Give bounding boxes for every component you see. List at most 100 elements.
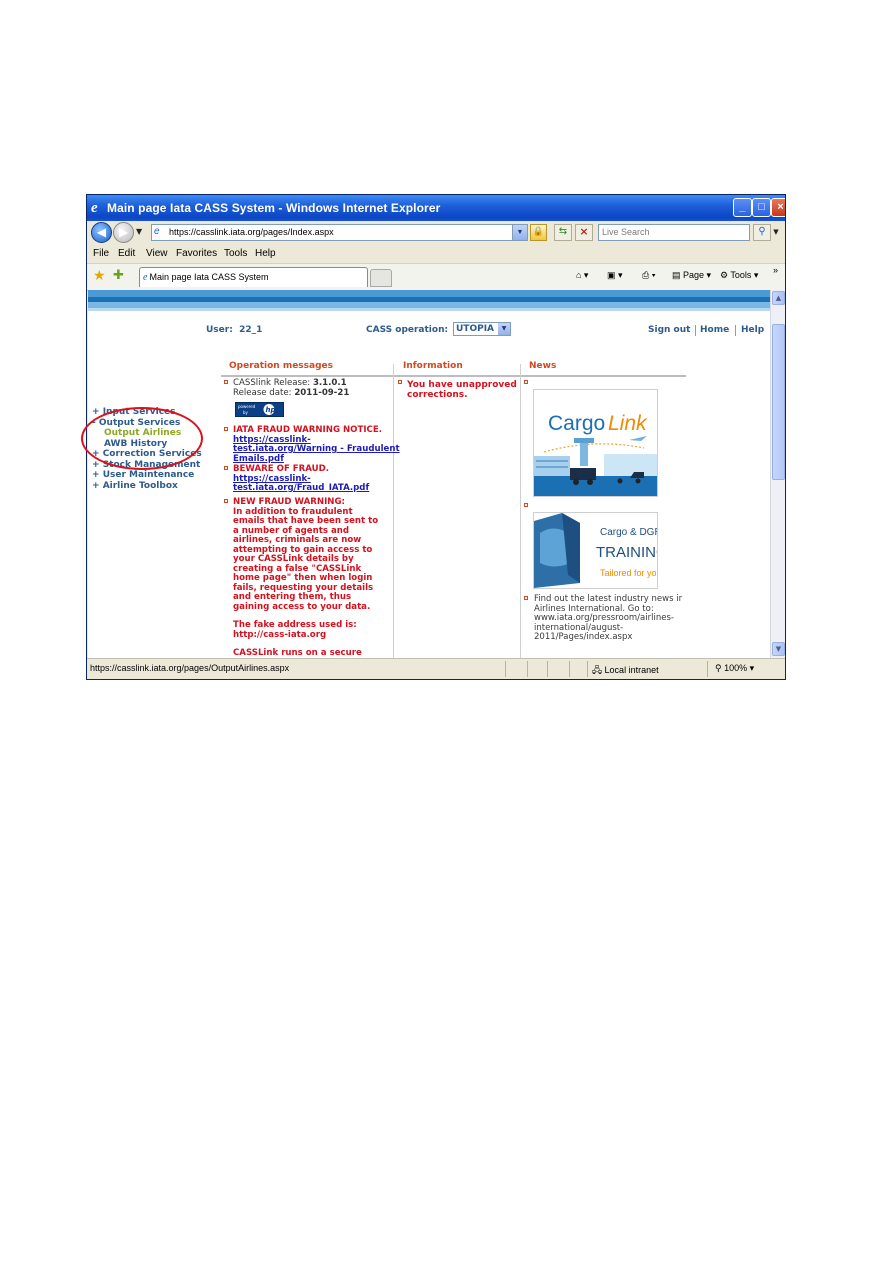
dgr-training: TRAINING <box>596 544 657 561</box>
cargo-dgr-training-banner[interactable]: Cargo & DGR TRAINING Tailored for you <box>533 512 658 589</box>
release-info: CASSlink Release: 3.1.0.1 Release date: … <box>233 378 350 398</box>
address-bar: ◀ ▶ ▼ e https://casslink.iata.org/pages/I… <box>87 221 785 246</box>
search-dropdown-icon[interactable]: ▼ <box>771 224 781 241</box>
dgr-title: Cargo & DGR <box>600 527 657 538</box>
close-button[interactable]: × <box>771 198 785 217</box>
sign-out-link[interactable]: Sign out <box>648 325 690 335</box>
svg-text:hp: hp <box>266 406 276 414</box>
menu-help[interactable]: Help <box>255 248 276 259</box>
page-menu[interactable]: ▤ Page ▾ <box>672 270 711 281</box>
zone-label: Local intranet <box>604 665 659 675</box>
home-icon[interactable]: ⌂ ▾ <box>576 270 588 281</box>
bullet-icon <box>524 596 528 600</box>
divider <box>569 661 570 677</box>
dgr-tagline: Tailored for you <box>600 568 657 578</box>
scroll-up-icon[interactable]: ▲ <box>772 291 785 305</box>
status-url: https://casslink.iata.org/pages/OutputAi… <box>90 663 290 673</box>
cargolink-logo-b: Link <box>608 412 648 435</box>
nav-airline-toolbox[interactable]: + Airline Toolbox <box>92 481 202 492</box>
hp-logo-icon: powered by hp <box>238 404 276 415</box>
bullet-icon <box>224 499 228 503</box>
maximize-button[interactable]: □ <box>752 198 771 217</box>
release-label: CASSlink Release: <box>233 378 311 388</box>
url-field[interactable]: e https://casslink.iata.org/pages/Index.a… <box>151 224 528 241</box>
cargolink-illustration-icon: Cargo Link <box>534 390 657 496</box>
operation-messages-header: Operation messages <box>229 361 333 371</box>
banner-stripe <box>88 308 770 311</box>
menu-favorites[interactable]: Favorites <box>176 248 217 259</box>
minimize-button[interactable]: _ <box>733 198 752 217</box>
add-favorite-icon[interactable]: ✚ <box>113 268 124 283</box>
help-link[interactable]: Help <box>741 325 764 335</box>
favorites-star-icon[interactable]: ★ <box>93 268 106 284</box>
news-item: Find out the latest industry news ir Air… <box>534 594 682 643</box>
dgr-training-illustration-icon: Cargo & DGR TRAINING Tailored for you <box>534 513 657 588</box>
notice-line: http://cass-iata.org <box>233 629 327 640</box>
search-input[interactable]: Live Search <box>598 224 750 241</box>
search-icon[interactable]: ⚲ <box>753 224 771 241</box>
bullet-icon <box>224 427 228 431</box>
page-content: User: 22_1 CASS operation: UTOPIA ▼ Sign… <box>88 290 770 658</box>
user-label: User: 22_1 <box>206 325 262 335</box>
news-link[interactable]: 2011/Pages/index.aspx <box>534 632 682 643</box>
menu-tools[interactable]: Tools <box>224 248 247 259</box>
cass-operation-value: UTOPIA <box>456 324 495 334</box>
tools-menu[interactable]: ⚙ Tools ▾ <box>720 270 758 281</box>
nav-label: User Maintenance <box>102 470 195 480</box>
back-button[interactable]: ◀ <box>91 222 112 243</box>
notice-link[interactable]: Emails.pdf <box>233 454 400 465</box>
lock-icon[interactable]: 🔒 <box>530 224 547 241</box>
security-zone[interactable]: 🖧 Local intranet <box>592 663 659 679</box>
scroll-down-icon[interactable]: ▼ <box>772 642 785 656</box>
menu-file[interactable]: File <box>93 248 109 259</box>
nav-prefix: + <box>92 480 100 491</box>
zoom-level[interactable]: ⚲ 100% ▾ <box>715 663 754 674</box>
url-dropdown-icon[interactable]: ▼ <box>512 225 527 240</box>
cargolink-banner[interactable]: Cargo Link <box>533 389 658 497</box>
vertical-scrollbar[interactable]: ▲ ▼ <box>770 290 785 658</box>
ie-logo-icon: e <box>91 200 98 216</box>
fraud-notice-1: IATA FRAUD WARNING NOTICE. https://cassl… <box>233 425 400 465</box>
cargolink-logo-a: Cargo <box>548 412 605 435</box>
page-menu-label: Page <box>683 270 705 280</box>
divider <box>547 661 548 677</box>
divider <box>505 661 506 677</box>
nav-user-maintenance[interactable]: + User Maintenance <box>92 470 202 481</box>
page-icon: e <box>154 226 160 237</box>
news-header: News <box>529 361 557 371</box>
banner-stripe <box>88 290 770 297</box>
stop-button[interactable]: × <box>575 224 593 241</box>
nav-label: Airline Toolbox <box>102 480 178 491</box>
column-divider <box>393 364 394 658</box>
bullet-icon <box>224 466 228 470</box>
info-line: corrections. <box>407 390 468 400</box>
menu-view[interactable]: View <box>146 248 168 259</box>
information-header: Information <box>403 361 463 371</box>
chevron-icon[interactable]: » <box>773 265 778 275</box>
history-dropdown-icon[interactable]: ▼ <box>136 227 142 236</box>
info-line: You have unapproved <box>407 380 517 390</box>
notice-link[interactable]: test.iata.org/Fraud_IATA.pdf <box>233 483 369 494</box>
bullet-icon <box>524 503 528 507</box>
information-message: You have unapproved corrections. <box>407 380 517 400</box>
divider <box>695 325 696 336</box>
print-icon[interactable]: ⎙ ▾ <box>642 270 655 281</box>
user-value: 22_1 <box>239 325 263 335</box>
release-value: 3.1.0.1 <box>312 378 347 388</box>
tab-main-page[interactable]: e Main page Iata CASS System <box>139 267 368 287</box>
new-tab-button[interactable] <box>370 269 392 287</box>
status-bar: https://casslink.iata.org/pages/OutputAi… <box>87 658 785 679</box>
feeds-icon[interactable]: ▣ ▾ <box>607 270 623 281</box>
menu-bar: File Edit View Favorites Tools Help <box>87 245 785 263</box>
menu-edit[interactable]: Edit <box>118 248 135 259</box>
home-link[interactable]: Home <box>700 325 729 335</box>
powered-by-hp-logo: powered by hp <box>235 402 284 417</box>
fraud-notice-3: NEW FRAUD WARNING: In addition to fraudu… <box>233 497 378 658</box>
release-date-value: 2011-09-21 <box>294 387 350 398</box>
cass-operation-select[interactable]: UTOPIA ▼ <box>453 322 511 336</box>
forward-button[interactable]: ▶ <box>113 222 134 243</box>
url-text: https://casslink.iata.org/pages/Index.as… <box>169 227 334 237</box>
refresh-button[interactable]: ⇆ <box>554 224 572 241</box>
scrollbar-thumb[interactable] <box>772 324 785 480</box>
cass-operation-label: CASS operation: <box>366 325 449 335</box>
